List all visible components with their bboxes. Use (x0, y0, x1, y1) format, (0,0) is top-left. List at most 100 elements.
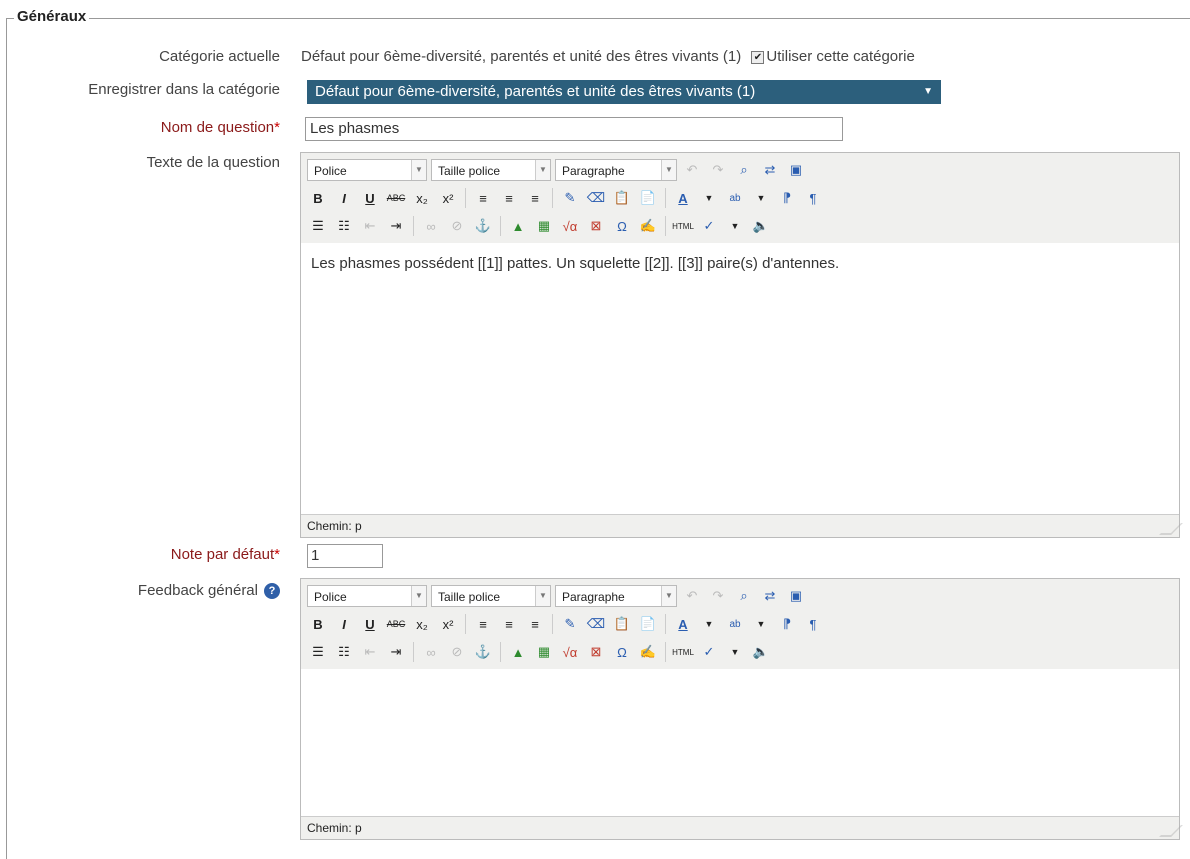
unlink-icon[interactable]: ⊘ (446, 215, 468, 237)
media-icon[interactable]: ▦ (533, 641, 555, 663)
underline-icon[interactable]: U (359, 187, 381, 209)
insert-sound-icon[interactable]: 🔈 (750, 215, 772, 237)
align-center-icon[interactable]: ≡ (498, 187, 520, 209)
undo-icon[interactable]: ↶ (681, 159, 703, 181)
special-char-icon[interactable]: Ω (611, 215, 633, 237)
paste-word-icon[interactable]: 📄 (637, 613, 659, 635)
bullet-list-icon[interactable]: ☰ (307, 215, 329, 237)
link-icon[interactable]: ∞ (420, 215, 442, 237)
cleanup-icon[interactable]: ✎ (559, 613, 581, 635)
text-color-icon[interactable]: A (672, 187, 694, 209)
anchor-icon[interactable]: ⚓ (472, 215, 494, 237)
feedback-content[interactable] (301, 669, 1179, 817)
image-icon[interactable]: ▲ (507, 641, 529, 663)
strikethrough-icon[interactable]: ABC (385, 613, 407, 635)
question-name-input[interactable]: Les phasmes (305, 117, 843, 141)
resize-handle-icon[interactable] (1159, 523, 1183, 535)
outdent-icon[interactable]: ⇤ (359, 641, 381, 663)
undo-icon[interactable]: ↶ (681, 585, 703, 607)
highlight-color-icon[interactable]: ab (724, 613, 746, 635)
highlight-dropdown-icon[interactable]: ▼ (750, 613, 772, 635)
html-source-icon[interactable]: HTML (672, 641, 694, 663)
format-dropdown[interactable]: Paragraphe ▼ (555, 585, 677, 607)
subscript-icon[interactable]: x₂ (411, 613, 433, 635)
bold-icon[interactable]: B (307, 187, 329, 209)
replace-icon[interactable]: ⇄ (759, 585, 781, 607)
spellcheck-icon[interactable]: ✓ (698, 641, 720, 663)
general-feedback-editor: Police ▼ Taille police ▼ Paragraphe ▼ ↶ ↷ ⌕… (300, 578, 1183, 840)
insert-sound-icon[interactable]: 🔈 (750, 641, 772, 663)
unlink-icon[interactable]: ⊘ (446, 641, 468, 663)
ltr-icon[interactable]: ⁋ (776, 187, 798, 209)
erase-icon[interactable]: ⌫ (585, 613, 607, 635)
find-icon[interactable]: ⌕ (733, 585, 755, 607)
font-dropdown[interactable]: Police ▼ (307, 585, 427, 607)
rtl-icon[interactable]: ¶ (802, 187, 824, 209)
resize-handle-icon[interactable] (1159, 825, 1183, 837)
text-color-dropdown-icon[interactable]: ▼ (698, 187, 720, 209)
dragmath-icon[interactable]: ⊠ (585, 215, 607, 237)
use-category-checkbox[interactable]: ✔ (751, 50, 765, 64)
cleanup-icon[interactable]: ✎ (559, 187, 581, 209)
outdent-icon[interactable]: ⇤ (359, 215, 381, 237)
media-icon[interactable]: ▦ (533, 215, 555, 237)
font-size-dropdown[interactable]: Taille police ▼ (431, 159, 551, 181)
spellcheck-icon[interactable]: ✓ (698, 215, 720, 237)
editor-toolbar: Police ▼ Taille police ▼ Paragraphe ▼ ↶ ↷ ⌕… (301, 579, 1179, 670)
redo-icon[interactable]: ↷ (707, 585, 729, 607)
superscript-icon[interactable]: x² (437, 187, 459, 209)
special-char-icon[interactable]: Ω (611, 641, 633, 663)
align-right-icon[interactable]: ≡ (524, 187, 546, 209)
replace-icon[interactable]: ⇄ (759, 159, 781, 181)
align-center-icon[interactable]: ≡ (498, 613, 520, 635)
template-icon[interactable]: ✍ (637, 215, 659, 237)
ltr-icon[interactable]: ⁋ (776, 613, 798, 635)
paste-text-icon[interactable]: 📋 (611, 187, 633, 209)
default-mark-input[interactable]: 1 (307, 544, 383, 568)
use-category-label[interactable]: Utiliser cette catégorie (766, 48, 914, 65)
indent-icon[interactable]: ⇥ (385, 641, 407, 663)
equation-icon[interactable]: √α (559, 215, 581, 237)
font-dropdown[interactable]: Police ▼ (307, 159, 427, 181)
find-icon[interactable]: ⌕ (733, 159, 755, 181)
italic-icon[interactable]: I (333, 187, 355, 209)
superscript-icon[interactable]: x² (437, 613, 459, 635)
spellcheck-dropdown-icon[interactable]: ▼ (724, 215, 746, 237)
paste-text-icon[interactable]: 📋 (611, 613, 633, 635)
erase-icon[interactable]: ⌫ (585, 187, 607, 209)
redo-icon[interactable]: ↷ (707, 159, 729, 181)
image-icon[interactable]: ▲ (507, 215, 529, 237)
indent-icon[interactable]: ⇥ (385, 215, 407, 237)
html-source-icon[interactable]: HTML (672, 215, 694, 237)
help-icon[interactable]: ? (264, 583, 280, 600)
link-icon[interactable]: ∞ (420, 641, 442, 663)
underline-icon[interactable]: U (359, 613, 381, 635)
bold-icon[interactable]: B (307, 613, 329, 635)
align-left-icon[interactable]: ≡ (472, 187, 494, 209)
numbered-list-icon[interactable]: ☷ (333, 641, 355, 663)
fullscreen-icon[interactable]: ▣ (785, 585, 807, 607)
paste-word-icon[interactable]: 📄 (637, 187, 659, 209)
strikethrough-icon[interactable]: ABC (385, 187, 407, 209)
save-category-select[interactable]: Défaut pour 6ème-diversité, parentés et … (307, 80, 941, 104)
anchor-icon[interactable]: ⚓ (472, 641, 494, 663)
spellcheck-dropdown-icon[interactable]: ▼ (724, 641, 746, 663)
text-color-dropdown-icon[interactable]: ▼ (698, 613, 720, 635)
equation-icon[interactable]: √α (559, 641, 581, 663)
text-color-icon[interactable]: A (672, 613, 694, 635)
question-text-content[interactable]: Les phasmes possédent [[1]] pattes. Un s… (301, 243, 1179, 515)
font-size-dropdown[interactable]: Taille police ▼ (431, 585, 551, 607)
align-left-icon[interactable]: ≡ (472, 613, 494, 635)
dragmath-icon[interactable]: ⊠ (585, 641, 607, 663)
fullscreen-icon[interactable]: ▣ (785, 159, 807, 181)
subscript-icon[interactable]: x₂ (411, 187, 433, 209)
template-icon[interactable]: ✍ (637, 641, 659, 663)
italic-icon[interactable]: I (333, 613, 355, 635)
numbered-list-icon[interactable]: ☷ (333, 215, 355, 237)
align-right-icon[interactable]: ≡ (524, 613, 546, 635)
highlight-dropdown-icon[interactable]: ▼ (750, 187, 772, 209)
format-dropdown[interactable]: Paragraphe ▼ (555, 159, 677, 181)
rtl-icon[interactable]: ¶ (802, 613, 824, 635)
bullet-list-icon[interactable]: ☰ (307, 641, 329, 663)
highlight-color-icon[interactable]: ab (724, 187, 746, 209)
